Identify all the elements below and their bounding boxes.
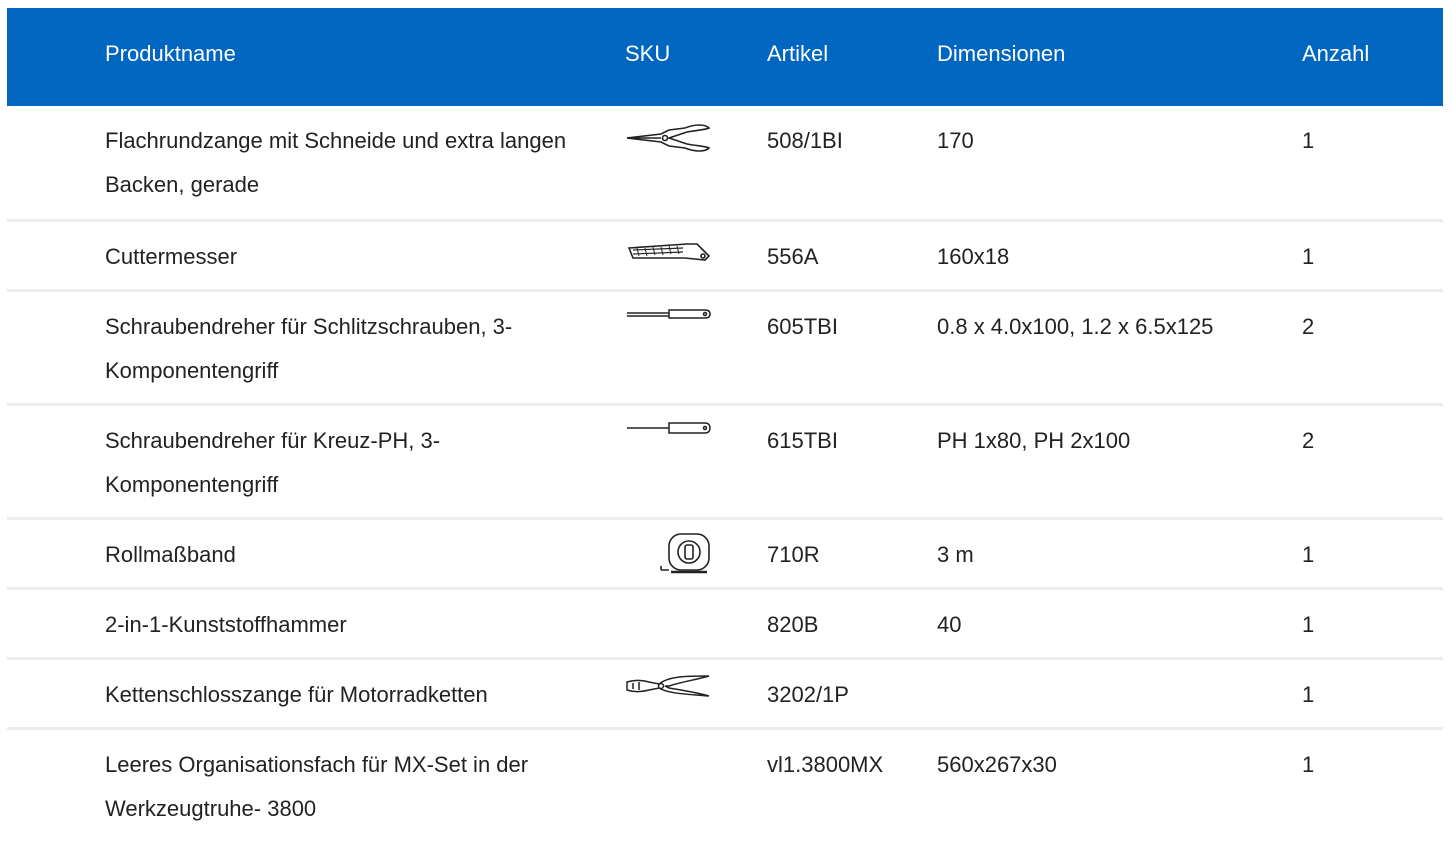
product-name: Leeres Organisationsfach für MX-Set in d…: [105, 752, 529, 821]
header-sku[interactable]: SKU: [625, 41, 670, 67]
article-number: 710R: [767, 542, 820, 567]
header-dimensions[interactable]: Dimensionen: [937, 41, 1065, 67]
product-name: 2-in-1-Kunststoffhammer: [105, 612, 347, 637]
dimensions: PH 1x80, PH 2x100: [937, 428, 1131, 453]
article-number: 615TBI: [767, 428, 838, 453]
header-quantity[interactable]: Anzahl: [1302, 41, 1369, 67]
table-row: Schraubendreher für Kreuz-PH, 3-Komponen…: [7, 406, 1443, 520]
header-article[interactable]: Artikel: [767, 41, 828, 67]
table-row: Flachrundzange mit Schneide und extra la…: [7, 106, 1443, 222]
product-name: Schraubendreher für Kreuz-PH, 3-Komponen…: [105, 428, 441, 497]
cutter-knife-icon: [625, 234, 711, 274]
article-number: 556A: [767, 244, 819, 269]
dimensions: 170: [937, 128, 974, 153]
product-name: Cuttermesser: [105, 244, 238, 269]
chain-pliers-icon: [625, 672, 711, 712]
article-number: 820B: [767, 612, 819, 637]
pliers-icon: [625, 118, 711, 158]
table-row: Leeres Organisationsfach für MX-Set in d…: [7, 730, 1443, 838]
quantity: 2: [1302, 428, 1315, 453]
tape-measure-icon: [625, 532, 711, 576]
quantity: 1: [1302, 752, 1315, 777]
quantity: 2: [1302, 314, 1315, 339]
table-row: Schraubendreher für Schlitzschrauben, 3-…: [7, 292, 1443, 406]
product-name: Flachrundzange mit Schneide und extra la…: [105, 128, 567, 197]
quantity: 1: [1302, 612, 1315, 637]
quantity: 1: [1302, 244, 1315, 269]
article-number: 508/1BI: [767, 128, 843, 153]
table-row: Kettenschlosszange für Motorradketten 32…: [7, 660, 1443, 730]
table-row: Cuttermesser 556A 160x18 1: [7, 222, 1443, 292]
quantity: 1: [1302, 542, 1315, 567]
product-name: Schraubendreher für Schlitzschrauben, 3-…: [105, 314, 513, 383]
table-row: Rollmaßband 710R 3 m 1: [7, 520, 1443, 590]
product-table: Produktname SKU Artikel Dimensionen Anza…: [7, 8, 1443, 838]
dimensions: 0.8 x 4.0x100, 1.2 x 6.5x125: [937, 314, 1214, 339]
article-number: 3202/1P: [767, 682, 849, 707]
table-header: Produktname SKU Artikel Dimensionen Anza…: [7, 8, 1443, 106]
dimensions: 160x18: [937, 244, 1010, 269]
table-row: 2-in-1-Kunststoffhammer 820B 40 1: [7, 590, 1443, 660]
quantity: 1: [1302, 128, 1315, 153]
article-number: vl1.3800MX: [767, 752, 884, 777]
dimensions: 560x267x30: [937, 752, 1057, 777]
product-name: Rollmaßband: [105, 542, 236, 567]
dimensions: 40: [937, 612, 962, 637]
screwdriver-icon: [625, 304, 711, 344]
product-name: Kettenschlosszange für Motorradketten: [105, 682, 488, 707]
dimensions: 3 m: [937, 542, 974, 567]
screwdriver-icon: [625, 418, 711, 458]
article-number: 605TBI: [767, 314, 838, 339]
quantity: 1: [1302, 682, 1315, 707]
header-product-name[interactable]: Produktname: [105, 41, 236, 67]
